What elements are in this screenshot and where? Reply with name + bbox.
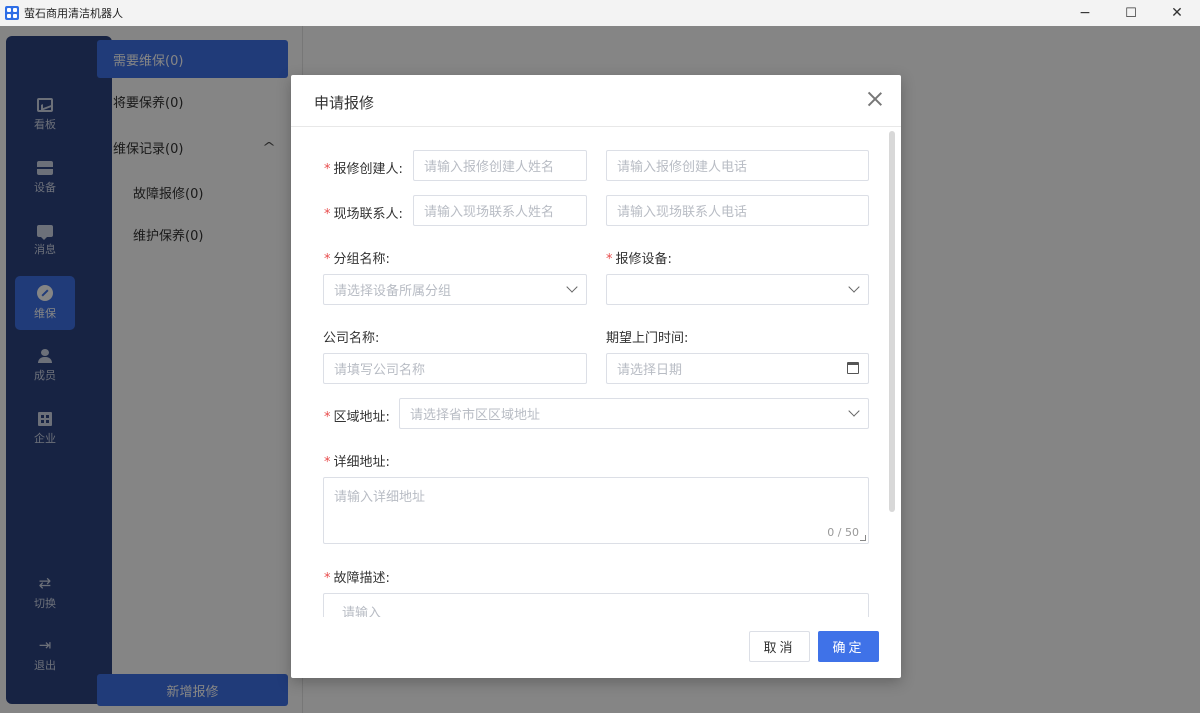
confirm-button[interactable]: 确定 xyxy=(818,631,879,662)
group-select[interactable]: 请选择设备所属分组 xyxy=(323,274,587,305)
calendar-icon xyxy=(847,362,859,374)
company-label: 公司名称: xyxy=(323,331,380,346)
window-title: 萤石商用清洁机器人 xyxy=(24,7,123,20)
chevron-down-icon xyxy=(848,405,860,417)
address-textarea[interactable]: 请输入详细地址 0 / 50 xyxy=(323,477,869,544)
resize-handle-icon[interactable] xyxy=(860,535,866,541)
visit-date-placeholder: 请选择日期 xyxy=(617,363,683,378)
dialog-header: 申请报修 xyxy=(291,75,901,127)
chevron-down-icon xyxy=(566,281,578,293)
address-placeholder: 请输入详细地址 xyxy=(334,490,426,505)
company-input[interactable]: 请填写公司名称 xyxy=(323,353,587,384)
maximize-button[interactable]: ☐ xyxy=(1108,0,1154,26)
group-label: * 分组名称: xyxy=(324,252,390,267)
dialog-title: 申请报修 xyxy=(314,94,375,112)
fault-placeholder: 请输入 xyxy=(342,606,382,617)
creator-name-input[interactable]: 请输入报修创建人姓名 xyxy=(413,150,587,181)
region-select-placeholder: 请选择省市区区域地址 xyxy=(410,408,541,423)
group-select-placeholder: 请选择设备所属分组 xyxy=(334,284,452,299)
cancel-button[interactable]: 取消 xyxy=(749,631,810,662)
fault-description-editor[interactable]: 请输入 xyxy=(323,593,869,617)
contact-name-input[interactable]: 请输入现场联系人姓名 xyxy=(413,195,587,226)
close-window-button[interactable]: ✕ xyxy=(1154,0,1200,26)
visit-date-picker[interactable]: 请选择日期 xyxy=(606,353,869,384)
region-label: * 区域地址: xyxy=(324,410,390,425)
device-select[interactable] xyxy=(606,274,869,305)
chevron-down-icon xyxy=(848,281,860,293)
dialog-scrollbar[interactable] xyxy=(889,131,895,512)
address-char-counter: 0 / 50 xyxy=(827,526,859,539)
close-icon[interactable] xyxy=(867,91,883,107)
contact-phone-input[interactable]: 请输入现场联系人电话 xyxy=(606,195,869,226)
creator-label: * 报修创建人: xyxy=(324,162,403,177)
address-label: * 详细地址: xyxy=(324,455,390,470)
window-titlebar: 萤石商用清洁机器人 − ☐ ✕ xyxy=(0,0,1200,26)
region-select[interactable]: 请选择省市区区域地址 xyxy=(399,398,869,429)
window-controls: − ☐ ✕ xyxy=(1062,0,1200,26)
dialog-footer: 取消 确定 xyxy=(291,617,901,678)
visit-time-label: 期望上门时间: xyxy=(606,331,689,346)
fault-label: * 故障描述: xyxy=(324,571,390,586)
contact-label: * 现场联系人: xyxy=(324,207,403,222)
app-logo-icon xyxy=(5,6,19,20)
dialog-body[interactable]: * 报修创建人: 请输入报修创建人姓名 请输入报修创建人电话 * 现场联系人: 请输… xyxy=(291,127,901,617)
minimize-button[interactable]: − xyxy=(1062,0,1108,26)
repair-request-dialog: 申请报修 * 报修创建人: 请输入报修创建人姓名 请输入报修创建人电话 * 现场联系… xyxy=(291,75,901,678)
creator-phone-input[interactable]: 请输入报修创建人电话 xyxy=(606,150,869,181)
device-label: * 报修设备: xyxy=(606,252,672,267)
